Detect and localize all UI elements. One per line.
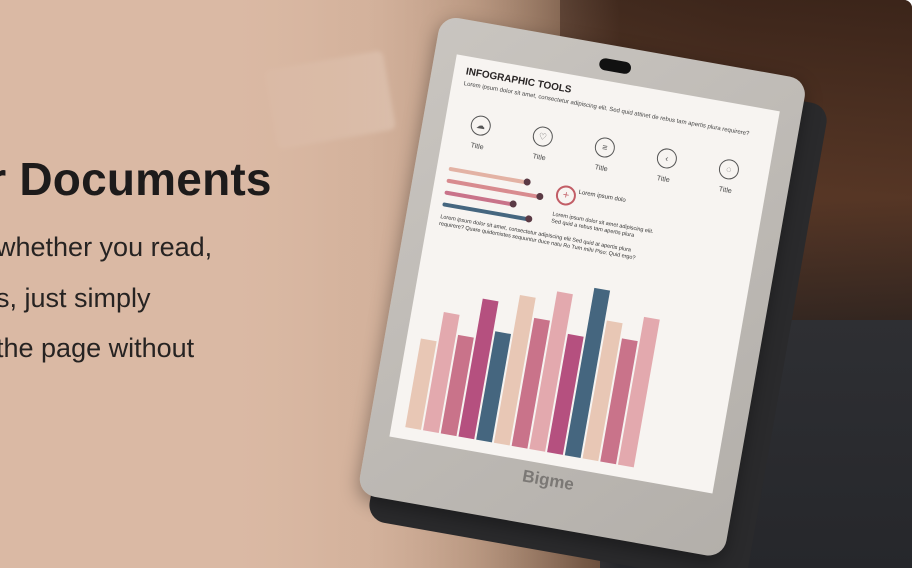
menu-icon: ≡ (593, 135, 617, 160)
body-line-3: the page without (0, 333, 195, 363)
screen-bar-graphic (405, 250, 732, 479)
heart-icon-item: ♡ Title (515, 123, 568, 166)
plus-label: Lorem ipsum dolo (578, 189, 627, 204)
icon-title: Title (594, 164, 609, 174)
cloud-icon: ☁ (469, 114, 493, 138)
body-line-1: whether you read, (0, 232, 213, 262)
headline: ur Documents (0, 153, 272, 205)
chevron-left-icon-item: ‹ Title (639, 144, 692, 187)
icon-title: Title (470, 142, 485, 152)
cloud-icon-item: ☁ Title (453, 112, 506, 155)
device-screen: INFOGRAPHIC TOOLS Lorem ipsum dolor sit … (389, 54, 780, 494)
chevron-left-icon: ‹ (655, 146, 679, 171)
icon-title: Title (718, 185, 733, 196)
hero-banner: ur Documents whether you read, s, just s… (0, 0, 912, 568)
chat-icon-item: ◌ Title (701, 155, 754, 198)
body-line-2: s, just simply (0, 283, 151, 313)
icon-title: Title (656, 175, 671, 185)
chat-bubble-icon: ◌ (717, 157, 741, 181)
camera-icon (598, 57, 632, 75)
plus-icon: + (554, 183, 578, 208)
icon-title: Title (532, 153, 547, 163)
menu-icon-item: ≡ Title (577, 133, 630, 176)
heart-icon: ♡ (531, 124, 555, 149)
